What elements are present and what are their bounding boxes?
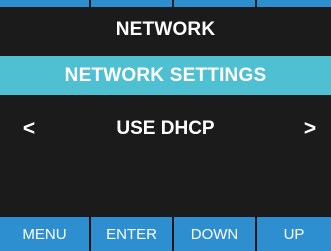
selected-option-value: USE DHCP [116,118,215,139]
top-strip-segment [0,0,89,7]
previous-option-arrow-icon[interactable]: < [14,110,44,148]
top-strip-segment [257,0,331,7]
down-button[interactable]: DOWN [174,217,255,251]
top-button-strip [0,0,331,7]
screen-title: NETWORK [0,10,331,50]
softkey-bar: MENU ENTER DOWN UP [0,217,331,251]
top-strip-segment [91,0,172,7]
menu-button[interactable]: MENU [0,217,89,251]
up-button[interactable]: UP [257,217,331,251]
next-option-arrow-icon[interactable]: > [295,110,325,148]
screen-subtitle: NETWORK SETTINGS [0,56,331,95]
top-strip-segment [174,0,255,7]
enter-button[interactable]: ENTER [91,217,172,251]
option-selector: USE DHCP < > [0,110,331,148]
